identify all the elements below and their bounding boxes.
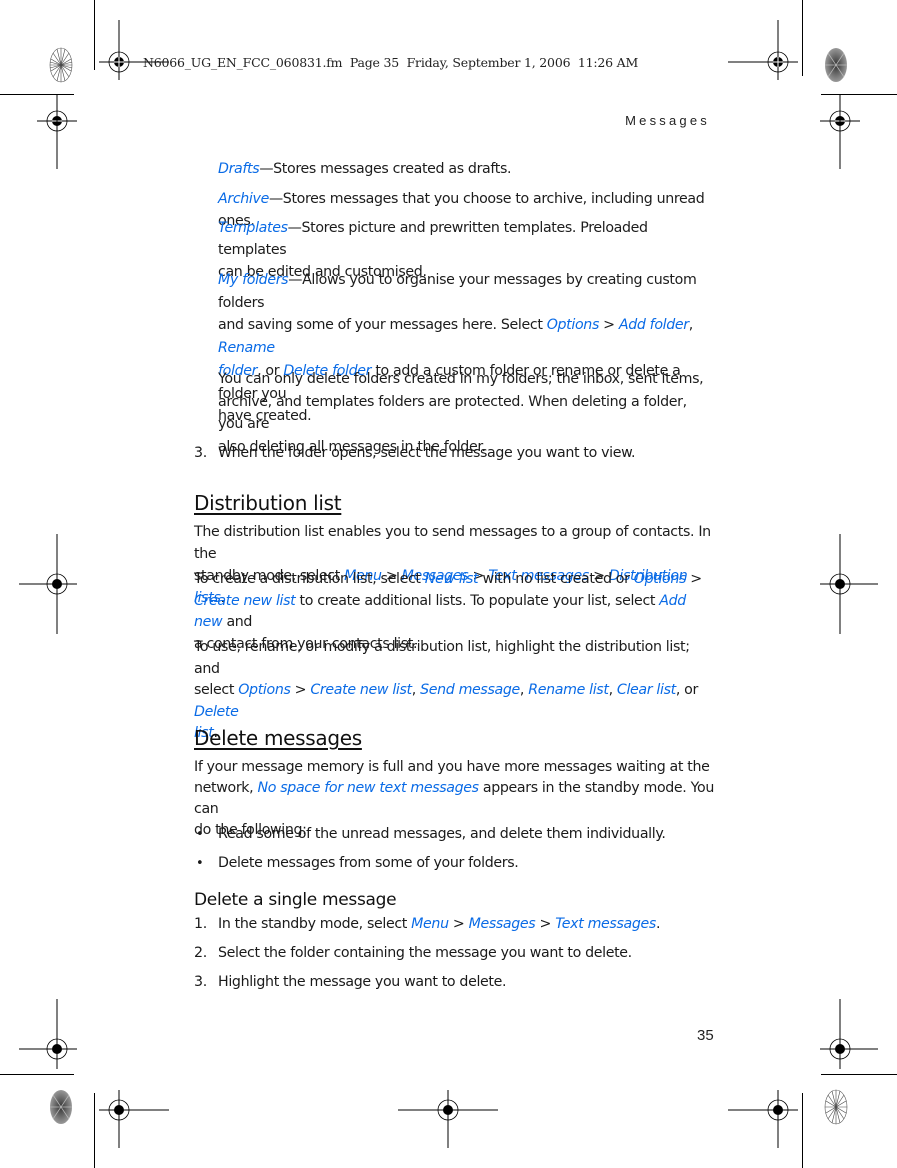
delete-messages-heading: Delete messages bbox=[194, 726, 362, 750]
send-message-link[interactable]: Send message bbox=[420, 682, 520, 698]
starburst-mark bbox=[825, 48, 847, 82]
registration-mark bbox=[728, 20, 798, 80]
delete-single-heading: Delete a single message bbox=[194, 890, 397, 910]
bullet-icon: • bbox=[196, 856, 204, 871]
registration-mark bbox=[19, 534, 78, 634]
registration-mark bbox=[819, 95, 861, 169]
distribution-list-heading: Distribution list bbox=[194, 491, 342, 515]
registration-mark bbox=[728, 1089, 799, 1148]
text-messages-link[interactable]: Text messages bbox=[555, 916, 656, 932]
my-folders-link[interactable]: My folders bbox=[218, 272, 289, 288]
messages-link[interactable]: Messages bbox=[469, 916, 536, 932]
print-slug: N6066_UG_EN_FCC_060831.fm Page 35 Friday… bbox=[143, 55, 639, 70]
templates-link[interactable]: Templates bbox=[218, 220, 288, 236]
options-link[interactable]: Options bbox=[634, 571, 687, 587]
archive-link[interactable]: Archive bbox=[218, 191, 269, 207]
delete-list-link[interactable]: Delete bbox=[194, 704, 239, 720]
options-link[interactable]: Options bbox=[547, 317, 600, 333]
registration-mark bbox=[98, 1089, 169, 1148]
clear-list-link[interactable]: Clear list bbox=[617, 682, 676, 698]
create-new-list-link[interactable]: Create new list bbox=[194, 593, 296, 609]
starburst-mark bbox=[50, 1090, 72, 1124]
starburst-mark bbox=[824, 1089, 848, 1125]
rename-list-link[interactable]: Rename list bbox=[528, 682, 609, 698]
starburst-mark bbox=[49, 47, 73, 83]
registration-mark bbox=[819, 999, 878, 1070]
bullet-icon: • bbox=[196, 827, 204, 842]
registration-mark bbox=[819, 534, 878, 634]
drafts-description: Drafts—Stores messages created as drafts… bbox=[218, 161, 512, 177]
registration-mark bbox=[398, 1089, 498, 1148]
registration-mark bbox=[36, 95, 78, 169]
rename-folder-link[interactable]: Rename bbox=[218, 340, 275, 356]
registration-mark bbox=[19, 999, 78, 1070]
options-link[interactable]: Options bbox=[238, 682, 291, 698]
registration-mark bbox=[99, 20, 169, 80]
page-number: 35 bbox=[697, 1027, 714, 1044]
menu-link[interactable]: Menu bbox=[411, 916, 449, 932]
new-list-link[interactable]: New list bbox=[425, 571, 479, 587]
running-head: Messages bbox=[625, 113, 710, 128]
no-space-message: No space for new text messages bbox=[257, 780, 480, 796]
create-new-list-link[interactable]: Create new list bbox=[310, 682, 412, 698]
drafts-link[interactable]: Drafts bbox=[218, 161, 260, 177]
add-folder-link[interactable]: Add folder bbox=[619, 317, 689, 333]
